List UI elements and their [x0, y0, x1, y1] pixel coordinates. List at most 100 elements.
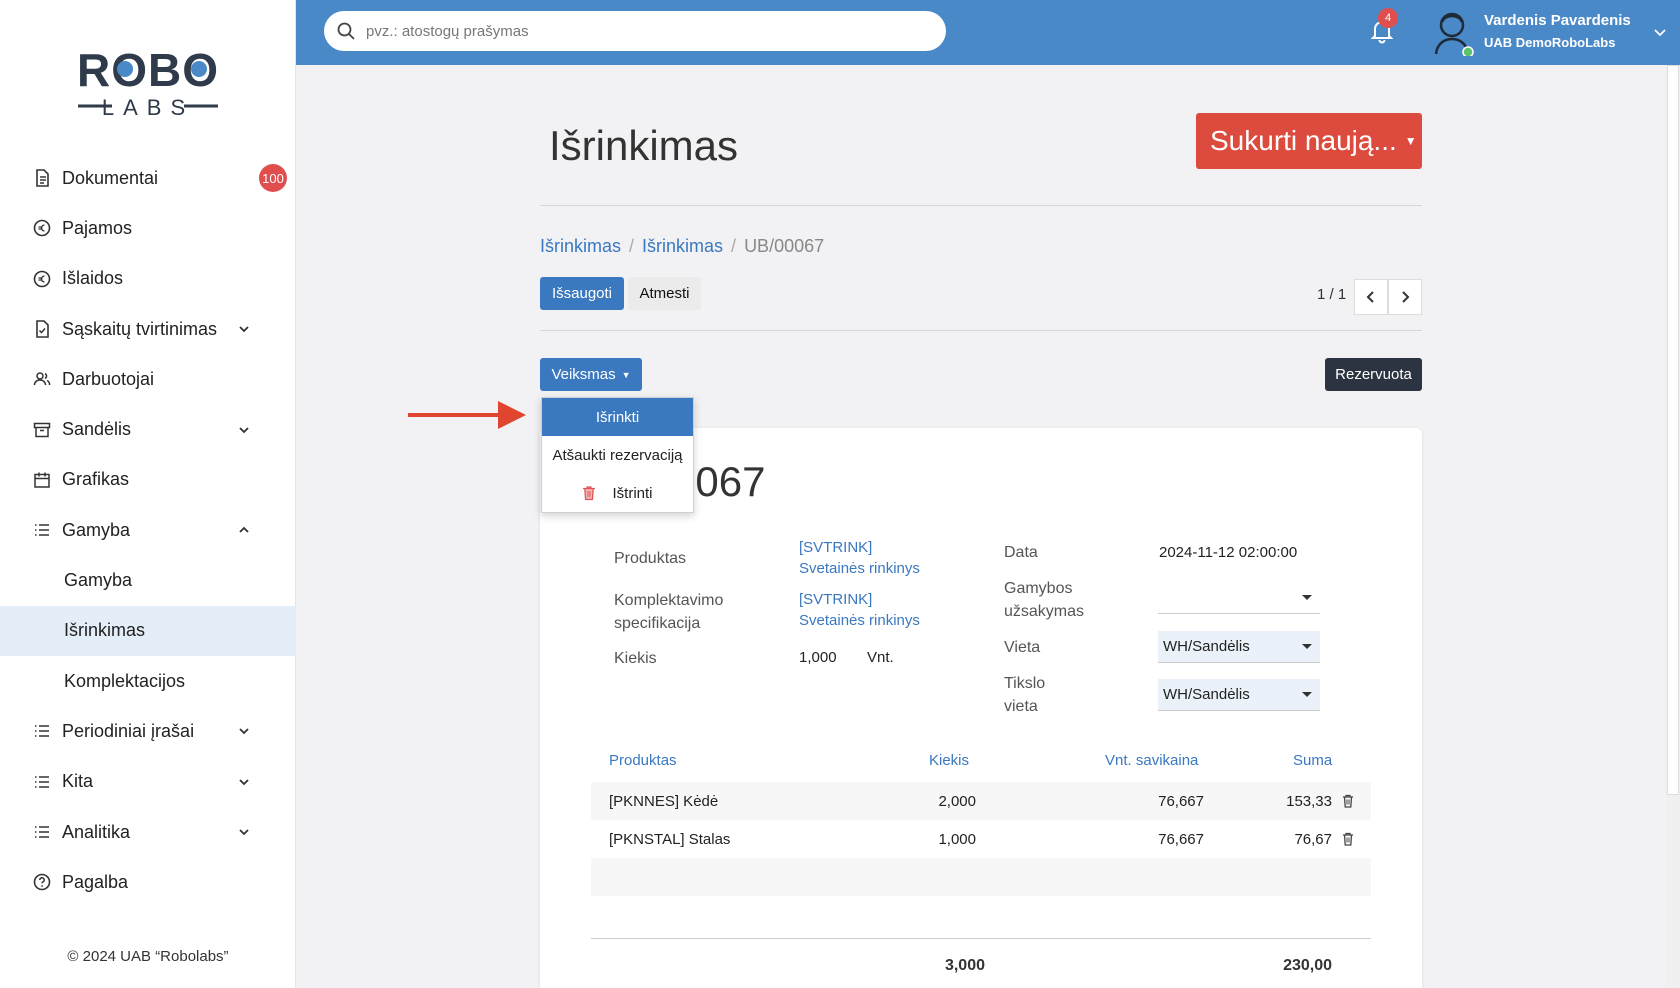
search-bar[interactable] [324, 11, 946, 51]
destination-label-line2: vieta [1004, 698, 1038, 715]
menu-item-cancel-reservation[interactable]: Atšaukti rezervaciją [542, 436, 693, 474]
sidebar-item-label: Išlaidos [62, 268, 124, 289]
user-avatar-icon[interactable] [1430, 8, 1474, 56]
trash-icon[interactable] [1342, 832, 1354, 846]
documents-count-badge: 100 [259, 164, 287, 193]
sidebar-item-darbuotojai[interactable]: Darbuotojai [0, 354, 296, 404]
search-input[interactable] [366, 22, 926, 40]
product-code-link[interactable]: [SVTRINK] [799, 537, 872, 558]
chevron-down-icon[interactable] [236, 774, 252, 790]
sidebar-item-kita[interactable]: Kita [0, 757, 296, 807]
quantity-unit[interactable]: Vnt. [867, 649, 894, 666]
sidebar-item-label: Sąskaitų tvirtinimas [62, 318, 218, 339]
chevron-right-icon [1402, 291, 1410, 303]
sidebar-item-gamyba[interactable]: Gamyba [0, 505, 296, 555]
quantity-value[interactable]: 1,000 [799, 649, 837, 666]
user-name[interactable]: Vardenis Pavardenis [1484, 12, 1631, 29]
table-row[interactable]: [PKNNES] Kėdė 2,000 76,667 153,33 [591, 782, 1371, 820]
bom-code-link[interactable]: [SVTRINK] [799, 589, 872, 610]
table-add-row[interactable] [591, 858, 1371, 896]
date-value[interactable]: 2024-11-12 02:00:00 [1159, 544, 1297, 561]
save-button[interactable]: Išsaugoti [540, 277, 624, 310]
cell-product: [PKNNES] Kėdė [609, 793, 719, 810]
bom-name-link[interactable]: Svetainės rinkinys [799, 610, 920, 631]
sidebar-item-periodiniai-irasai[interactable]: Periodiniai įrašai [0, 706, 296, 756]
chevron-down-icon[interactable] [236, 824, 252, 840]
column-header-quantity[interactable]: Kiekis [929, 752, 969, 769]
caret-down-icon: ▼ [621, 369, 631, 380]
pager-next-button[interactable] [1388, 279, 1422, 315]
robolabs-logo[interactable]: ROBO LABS [0, 40, 296, 120]
sidebar-item-analitika[interactable]: Analitika [0, 807, 296, 857]
breadcrumb-link-1[interactable]: Išrinkimas [540, 236, 621, 257]
product-label: Produktas [614, 550, 687, 567]
chevron-down-icon[interactable] [236, 321, 252, 337]
sidebar-item-pajamos[interactable]: Pajamos [0, 203, 296, 253]
sidebar-item-pagalba[interactable]: Pagalba [0, 857, 296, 907]
breadcrumb-link-2[interactable]: Išrinkimas [642, 236, 723, 257]
action-dropdown-button[interactable]: Veiksmas ▼ [540, 358, 642, 391]
menu-item-delete[interactable]: Ištrinti [542, 474, 693, 512]
sidebar-nav: Dokumentai 100 Pajamos Išlaidos Sąskaitų… [0, 153, 296, 907]
sidebar-item-saskaitu-tvirtinimas[interactable]: Sąskaitų tvirtinimas [0, 304, 296, 354]
bom-label-line2: specifikacija [614, 615, 701, 632]
sidebar-item-sandelis[interactable]: Sandėlis [0, 404, 296, 454]
column-header-unit-cost[interactable]: Vnt. savikaina [1105, 752, 1198, 769]
chevron-down-icon[interactable] [1652, 24, 1668, 40]
sidebar-subitem-isrinkimas[interactable]: Išrinkimas [0, 605, 296, 656]
cell-unit-cost: 76,667 [1158, 831, 1204, 848]
location-value: WH/Sandėlis [1163, 638, 1250, 655]
pager-previous-button[interactable] [1354, 279, 1388, 315]
action-dropdown-menu: Išrinkti Atšaukti rezervaciją Ištrinti [541, 397, 694, 513]
topbar: 4 Vardenis Pavardenis UAB DemoRoboLabs [296, 0, 1680, 65]
header-divider [540, 205, 1422, 206]
sidebar-item-label: Pajamos [62, 217, 133, 238]
sidebar-item-label: Išrinkimas [64, 620, 146, 641]
company-name[interactable]: UAB DemoRoboLabs [1484, 35, 1615, 50]
trash-icon[interactable] [1342, 794, 1354, 808]
page-title: Išrinkimas [549, 122, 739, 169]
status-reserved-badge[interactable]: Rezervuota [1325, 358, 1422, 391]
breadcrumb-current: UB/00067 [744, 236, 825, 256]
table-row[interactable]: [PKNSTAL] Stalas 1,000 76,667 76,67 [591, 820, 1371, 858]
sidebar-item-islaidos[interactable]: Išlaidos [0, 254, 296, 304]
scrollbar-thumb[interactable] [1667, 65, 1679, 795]
total-quantity: 3,000 [944, 957, 985, 974]
breadcrumb-separator: / [731, 236, 737, 256]
chevron-down-icon[interactable] [236, 723, 252, 739]
production-order-select[interactable] [1158, 582, 1320, 614]
create-new-label: Sukurti naują... [1210, 125, 1397, 156]
copyright-footer: © 2024 UAB “Robolabs” [67, 948, 229, 965]
sidebar-item-label: Darbuotojai [62, 368, 155, 389]
caret-down-icon: ▼ [1404, 134, 1417, 148]
cell-quantity: 2,000 [938, 793, 976, 810]
help-circle-icon [32, 872, 52, 892]
column-header-sum[interactable]: Suma [1293, 752, 1332, 769]
red-pointer-arrow-icon [408, 401, 526, 429]
sidebar-item-dokumentai[interactable]: Dokumentai 100 [0, 153, 296, 203]
sidebar-subitem-gamyba[interactable]: Gamyba [0, 555, 296, 605]
sidebar-item-label: Kita [62, 771, 94, 792]
pager-counter: 1 / 1 [1317, 286, 1347, 303]
sidebar-item-grafikas[interactable]: Grafikas [0, 455, 296, 505]
sidebar-item-label: Komplektacijos [64, 670, 186, 691]
column-header-product[interactable]: Produktas [609, 752, 677, 769]
location-select[interactable]: WH/Sandėlis [1158, 631, 1320, 663]
chevron-up-icon[interactable] [236, 522, 252, 538]
breadcrumb: Išrinkimas / Išrinkimas / UB/00067 [540, 236, 824, 257]
menu-item-pick[interactable]: Išrinkti [542, 398, 693, 436]
sidebar-subitem-komplektacijos[interactable]: Komplektacijos [0, 656, 296, 706]
total-sum: 230,00 [1283, 957, 1332, 974]
cell-product: [PKNSTAL] Stalas [609, 831, 731, 848]
list-icon [32, 721, 52, 741]
calendar-icon [32, 470, 52, 490]
cell-sum: 76,67 [1294, 831, 1332, 848]
discard-button[interactable]: Atmesti [628, 277, 701, 310]
list-icon [32, 772, 52, 792]
create-new-button[interactable]: Sukurti naują... ▼ [1196, 113, 1422, 169]
chevron-down-icon[interactable] [236, 422, 252, 438]
chevron-left-icon [1366, 291, 1374, 303]
destination-select[interactable]: WH/Sandėlis [1158, 679, 1320, 711]
date-label: Data [1004, 544, 1038, 561]
product-name-link[interactable]: Svetainės rinkinys [799, 558, 920, 579]
